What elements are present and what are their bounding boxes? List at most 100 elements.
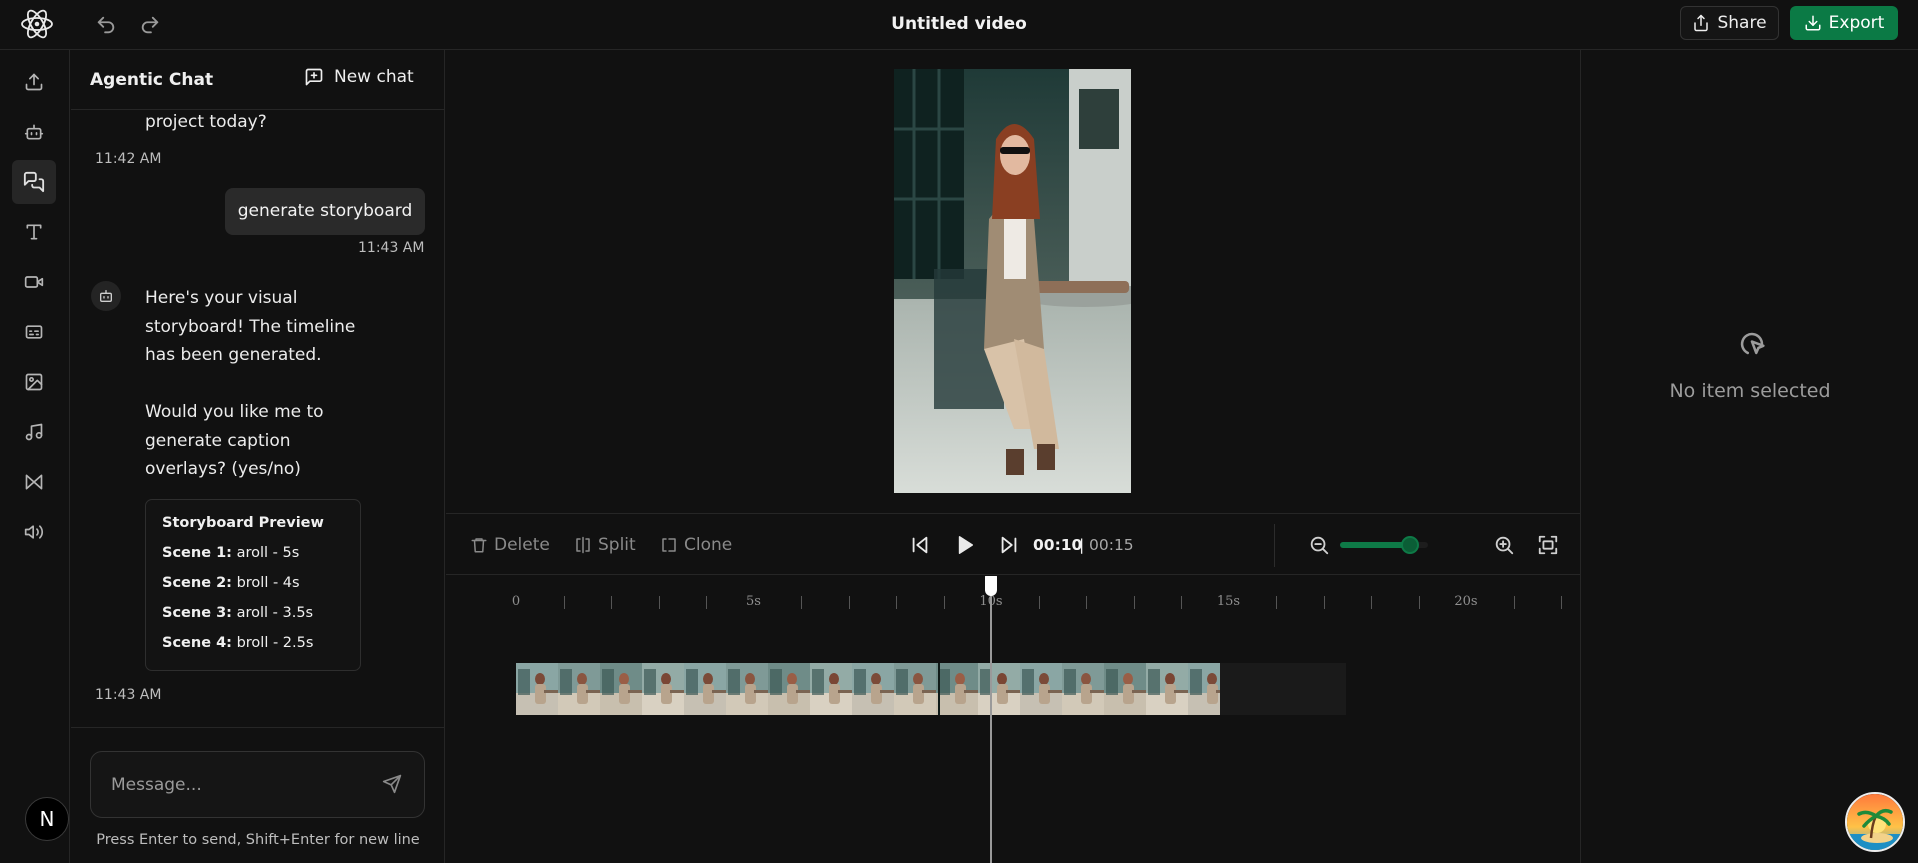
ruler-tick [1561, 596, 1562, 609]
scene-value: aroll - 3.5s [236, 605, 314, 621]
chat-icon [23, 171, 45, 193]
clip-thumbnail [516, 663, 558, 715]
scene-item: Scene 2: broll - 4s [162, 575, 300, 591]
zoom-slider-fill [1340, 542, 1411, 548]
scene-value: aroll - 5s [236, 545, 300, 561]
ruler-tick [1133, 596, 1135, 609]
message-line: storyboard! The timeline [145, 316, 356, 337]
new-chat-label: New chat [334, 67, 414, 87]
message-input[interactable] [90, 751, 425, 818]
skip-back-icon[interactable] [909, 534, 931, 556]
zoom-slider[interactable] [1340, 536, 1428, 554]
clone-label: Clone [684, 535, 733, 555]
zoom-slider-handle[interactable] [1401, 536, 1420, 554]
ruler-tick [1418, 596, 1420, 609]
robot-icon [98, 288, 114, 304]
sidebar-item-text[interactable] [12, 210, 56, 254]
clip-thumbnail [1104, 663, 1146, 715]
video-track-clips[interactable] [516, 663, 1220, 715]
playhead-line[interactable] [990, 586, 992, 863]
scene-label: Scene 3: [162, 605, 232, 621]
sidebar-item-chat[interactable] [12, 160, 56, 204]
split-icon [574, 536, 592, 554]
user-message-bubble: generate storyboard [225, 188, 425, 235]
scene-label: Scene 1: [162, 545, 232, 561]
ruler-tick [1181, 596, 1182, 609]
ruler-tick [563, 596, 565, 609]
assistant-message-tail: project today? [145, 112, 267, 132]
sidebar-item-captions[interactable] [12, 310, 56, 354]
clip-thumbnail [852, 663, 894, 715]
chat-composer: Press Enter to send, Shift+Enter for new… [71, 727, 444, 863]
sidebar-item-upload[interactable] [12, 60, 56, 104]
clone-button[interactable]: Clone [660, 514, 732, 576]
scene-label: Scene 2: [162, 575, 232, 591]
agentic-chat-panel: Agentic Chat New chat project today? 11:… [71, 50, 445, 863]
message-line: Would you like me to [145, 402, 324, 422]
split-label: Split [598, 535, 636, 555]
ruler-tick [801, 596, 802, 609]
scene-label: Scene 4: [162, 635, 232, 651]
skip-forward-icon[interactable] [998, 534, 1020, 556]
assistant-avatar-button[interactable] [1845, 792, 1905, 852]
chat-header: Agentic Chat New chat [71, 50, 444, 110]
ruler-tick [611, 596, 612, 609]
atom-logo-icon[interactable] [20, 7, 54, 41]
delete-label: Delete [494, 535, 550, 555]
video-frame[interactable] [894, 69, 1131, 493]
clip-thumbnail [1020, 663, 1062, 715]
undo-icon[interactable] [95, 14, 117, 36]
scene-value: broll - 2.5s [236, 635, 314, 651]
ruler-tick [658, 596, 660, 609]
share-button[interactable]: Share [1680, 6, 1779, 40]
ruler-tick [1276, 596, 1277, 609]
redo-icon[interactable] [139, 14, 161, 36]
sidebar-item-images[interactable] [12, 360, 56, 404]
export-button[interactable]: Export [1790, 6, 1898, 40]
new-chat-icon [304, 67, 324, 87]
scene-value: broll - 4s [236, 575, 300, 591]
scene-item: Scene 1: aroll - 5s [162, 545, 299, 561]
download-icon [1804, 14, 1822, 32]
sidebar-item-video[interactable] [12, 260, 56, 304]
message-timestamp: 11:42 AM [95, 151, 162, 167]
ruler-tick [1371, 596, 1372, 609]
fit-to-screen-icon[interactable] [1537, 534, 1559, 556]
share-label: Share [1717, 13, 1767, 33]
clip-thumbnail [894, 663, 936, 715]
timeline-toolbar: Delete Split Clone 00:10 | 00:15 [446, 513, 1580, 575]
ruler-tick [706, 596, 707, 609]
video-icon [24, 272, 44, 292]
trash-icon [470, 536, 488, 554]
user-avatar[interactable]: N [25, 797, 69, 841]
message-timestamp: 11:43 AM [95, 687, 162, 703]
play-icon[interactable] [954, 534, 976, 556]
top-bar: Untitled video Share Export [0, 0, 1918, 50]
scene-item: Scene 4: broll - 2.5s [162, 635, 313, 651]
clip-thumbnail [600, 663, 642, 715]
sidebar-item-audio[interactable] [12, 510, 56, 554]
send-icon[interactable] [382, 774, 404, 796]
timeline[interactable]: 05s10s15s20s [446, 576, 1580, 863]
playhead-handle[interactable] [985, 576, 997, 596]
sidebar-item-music[interactable] [12, 410, 56, 454]
ruler-tick [1086, 596, 1087, 609]
assistant-avatar [91, 281, 121, 311]
video-title[interactable]: Untitled video [0, 0, 1918, 48]
sidebar-item-transitions[interactable] [12, 460, 56, 504]
zoom-out-icon[interactable] [1308, 534, 1330, 556]
tool-sidebar [0, 50, 70, 863]
text-icon [24, 222, 44, 242]
image-icon [24, 372, 44, 392]
split-button[interactable]: Split [574, 514, 636, 576]
zoom-in-icon[interactable] [1493, 534, 1515, 556]
music-icon [24, 422, 44, 442]
ruler-label: 5s [746, 594, 761, 609]
message-line: overlays? (yes/no) [145, 459, 301, 479]
sidebar-item-ai-agent[interactable] [12, 110, 56, 154]
clip-thumbnail [684, 663, 726, 715]
new-chat-button[interactable]: New chat [304, 67, 414, 87]
delete-button[interactable]: Delete [470, 514, 550, 576]
ruler-label: 20s [1454, 594, 1478, 609]
clip-thumbnail [726, 663, 768, 715]
